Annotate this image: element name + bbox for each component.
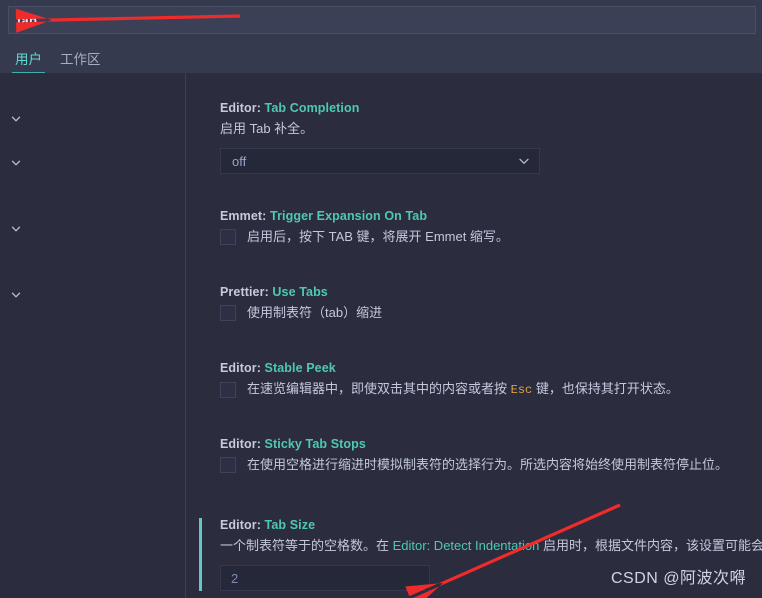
setting-dropdown-value: off: [232, 153, 247, 169]
setting-description-text: 启用时，根据文件内容，该设置可能会: [539, 538, 762, 553]
sidebar-tree-item[interactable]: [0, 108, 185, 130]
sidebar-tree-item[interactable]: [0, 416, 185, 438]
setting-category-label: Editor:: [220, 437, 265, 451]
chevron-down-icon[interactable]: [8, 224, 24, 234]
setting-description-text: 键，也保持其打开状态。: [532, 381, 679, 396]
settings-search-input[interactable]: tab: [8, 6, 756, 34]
sidebar-tree-item[interactable]: [0, 196, 185, 218]
chevron-down-icon[interactable]: [8, 290, 24, 300]
setting-description-text: 一个制表符等于的空格数。在: [220, 538, 393, 553]
setting-key-label: Sticky Tab Stops: [264, 437, 366, 451]
scope-tabs: 用户 工作区: [0, 40, 762, 73]
setting-row: Editor: Tab Size 一个制表符等于的空格数。在 Editor: De…: [186, 518, 762, 591]
setting-key-label: Tab Completion: [264, 101, 360, 115]
sidebar-tree-item[interactable]: [0, 218, 185, 240]
setting-title: Editor: Sticky Tab Stops: [220, 437, 762, 451]
sidebar-tree-item[interactable]: [0, 394, 185, 416]
sidebar-tree-item[interactable]: [0, 240, 185, 262]
setting-key-label: Tab Size: [264, 518, 316, 532]
sidebar-tree-item[interactable]: [0, 438, 185, 460]
setting-description-row: 使用制表符（tab）缩进: [220, 303, 762, 323]
setting-row: Emmet: Trigger Expansion On Tab 启用后，按下 TA…: [186, 209, 762, 247]
setting-dropdown[interactable]: off: [220, 148, 540, 174]
settings-list: Editor: Tab Completion 启用 Tab 补全。 off Emmet…: [186, 73, 762, 598]
sidebar-tree-item[interactable]: [0, 174, 185, 196]
setting-checkbox[interactable]: [220, 457, 236, 473]
sidebar-tree-item[interactable]: [0, 350, 185, 372]
keyboard-key-label: Esc: [510, 383, 533, 397]
setting-description: 在速览编辑器中，即使双击其中的内容或者按 Esc 键，也保持其打开状态。: [247, 379, 679, 400]
setting-checkbox[interactable]: [220, 305, 236, 321]
setting-description-row: 启用后，按下 TAB 键，将展开 Emmet 缩写。: [220, 227, 762, 247]
sidebar-tree-item[interactable]: [0, 460, 185, 482]
chevron-down-icon[interactable]: [518, 155, 530, 167]
setting-category-label: Editor:: [220, 518, 265, 532]
setting-description-text: 在速览编辑器中，即使双击其中的内容或者按: [247, 381, 511, 396]
setting-title: Editor: Stable Peek: [220, 361, 762, 375]
tab-user[interactable]: 用户: [6, 42, 51, 73]
sidebar-tree-item[interactable]: [0, 482, 185, 504]
sidebar-tree-item[interactable]: [0, 130, 185, 152]
sidebar-tree-item[interactable]: [0, 262, 185, 284]
setting-row: Prettier: Use Tabs 使用制表符（tab）缩进: [186, 285, 762, 323]
tab-workspace-label: 工作区: [60, 51, 101, 67]
setting-title: Editor: Tab Size: [220, 518, 762, 532]
setting-category-label: Prettier:: [220, 285, 273, 299]
setting-category-label: Editor:: [220, 101, 265, 115]
setting-description: 启用 Tab 补全。: [220, 121, 314, 136]
tab-workspace[interactable]: 工作区: [51, 42, 110, 73]
setting-description-row: 在速览编辑器中，即使双击其中的内容或者按 Esc 键，也保持其打开状态。: [220, 379, 762, 400]
sidebar-tree-item[interactable]: [0, 152, 185, 174]
setting-description-link[interactable]: Editor: Detect Indentation: [393, 538, 540, 553]
setting-text-input[interactable]: 2: [220, 565, 430, 591]
setting-description: 一个制表符等于的空格数。在 Editor: Detect Indentation…: [220, 536, 762, 556]
search-input-value: tab: [17, 12, 38, 28]
setting-title: Editor: Tab Completion: [220, 101, 762, 115]
sidebar-tree-item[interactable]: [0, 86, 185, 108]
setting-category-label: Emmet:: [220, 209, 271, 223]
setting-key-label: Stable Peek: [264, 361, 336, 375]
sidebar-tree-item[interactable]: [0, 372, 185, 394]
setting-description-row: 一个制表符等于的空格数。在 Editor: Detect Indentation…: [220, 536, 762, 556]
tab-user-label: 用户: [15, 51, 42, 67]
setting-checkbox[interactable]: [220, 381, 236, 398]
settings-tree-sidebar[interactable]: [0, 73, 185, 598]
setting-key-label: Use Tabs: [272, 285, 328, 299]
setting-row: Editor: Tab Completion 启用 Tab 补全。 off: [186, 101, 762, 174]
setting-title: Emmet: Trigger Expansion On Tab: [220, 209, 762, 223]
settings-editor-window: tab 用户 工作区 Editor: Tab Completion 启用 Tab …: [0, 0, 762, 598]
setting-description: 启用后，按下 TAB 键，将展开 Emmet 缩写。: [247, 229, 509, 244]
setting-description-row: 启用 Tab 补全。: [220, 119, 762, 139]
setting-key-label: Trigger Expansion On Tab: [270, 209, 428, 223]
setting-description: 在使用空格进行缩进时模拟制表符的选择行为。所选内容将始终使用制表符停止位。: [247, 457, 729, 472]
setting-description-row: 在使用空格进行缩进时模拟制表符的选择行为。所选内容将始终使用制表符停止位。: [220, 455, 762, 475]
setting-row: Editor: Stable Peek 在速览编辑器中，即使双击其中的内容或者按 …: [186, 361, 762, 400]
sidebar-tree-item[interactable]: [0, 328, 185, 350]
setting-row: Editor: Sticky Tab Stops 在使用空格进行缩进时模拟制表符的…: [186, 437, 762, 475]
setting-text-input-value: 2: [231, 570, 239, 586]
setting-description: 使用制表符（tab）缩进: [247, 305, 383, 320]
setting-title: Prettier: Use Tabs: [220, 285, 762, 299]
setting-category-label: Editor:: [220, 361, 265, 375]
search-region: tab: [0, 0, 762, 40]
chevron-down-icon[interactable]: [8, 158, 24, 168]
sidebar-tree-item[interactable]: [0, 284, 185, 306]
settings-body: Editor: Tab Completion 启用 Tab 补全。 off Emmet…: [0, 73, 762, 598]
sidebar-tree-item[interactable]: [0, 306, 185, 328]
chevron-down-icon[interactable]: [8, 114, 24, 124]
setting-checkbox[interactable]: [220, 229, 236, 245]
